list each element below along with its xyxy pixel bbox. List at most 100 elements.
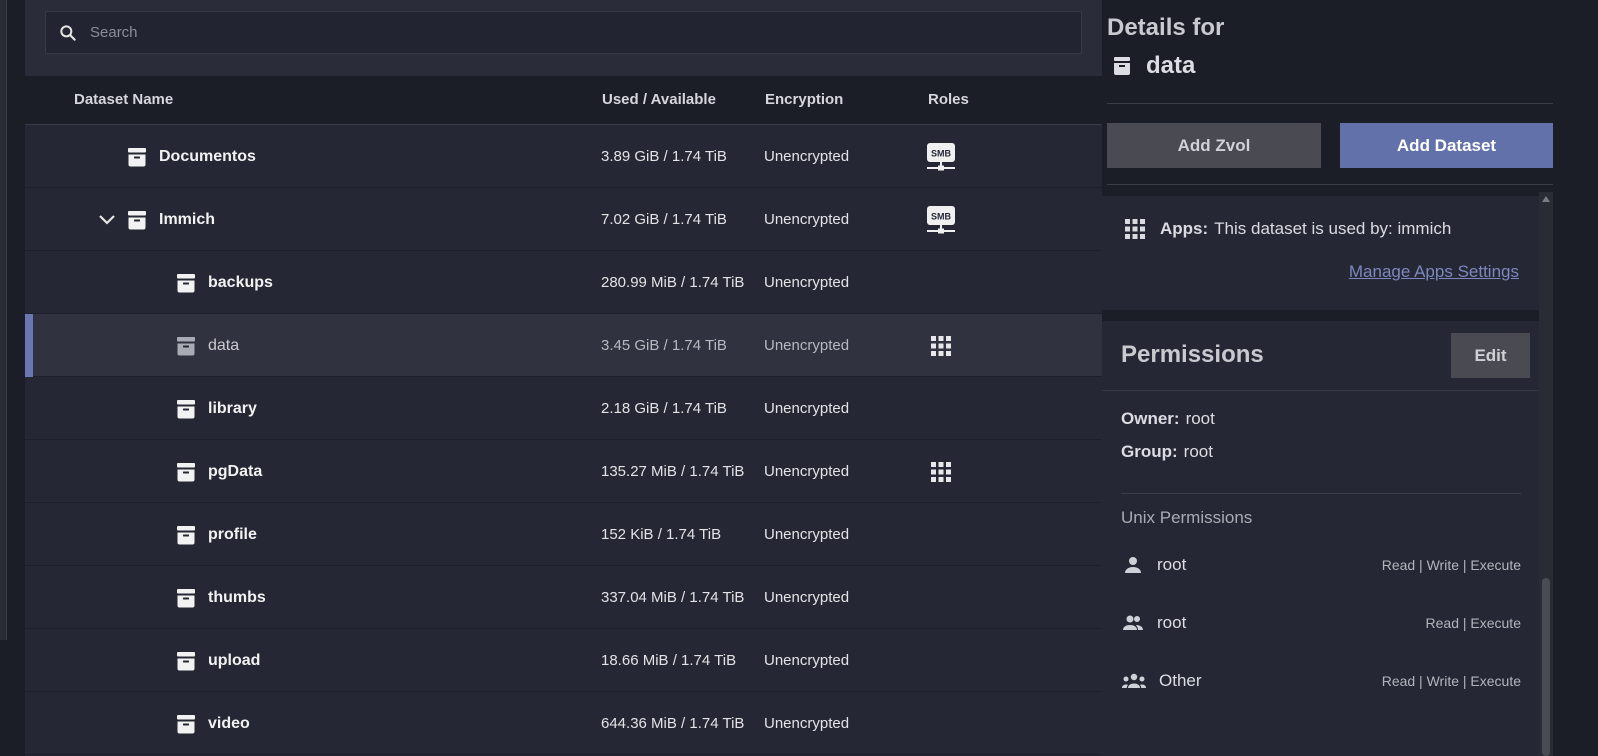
column-header-encryption[interactable]: Encryption bbox=[765, 91, 843, 108]
search-icon bbox=[46, 11, 90, 54]
divider bbox=[1107, 103, 1553, 104]
table-row[interactable]: upload 18.66 MiB / 1.74 TiB Unencrypted bbox=[25, 629, 1102, 692]
permissions-card: Permissions Edit Owner: root Group: root U… bbox=[1102, 321, 1539, 756]
details-scrollbar[interactable] bbox=[1539, 192, 1553, 756]
table-row[interactable]: pgData 135.27 MiB / 1.74 TiB Unencrypted bbox=[25, 440, 1102, 503]
encryption-cell: Unencrypted bbox=[764, 526, 850, 543]
owner-label: Owner: bbox=[1121, 409, 1180, 428]
used-available-cell: 2.18 GiB / 1.74 TiB bbox=[601, 400, 727, 417]
permission-entry-who: root bbox=[1157, 555, 1187, 574]
permissions-header: Permissions Edit bbox=[1102, 321, 1539, 391]
dataset-name: upload bbox=[208, 651, 261, 669]
add-dataset-button[interactable]: Add Dataset bbox=[1340, 123, 1553, 168]
edit-permissions-button[interactable]: Edit bbox=[1451, 333, 1530, 378]
dataset-icon bbox=[177, 273, 195, 292]
search-box[interactable] bbox=[45, 11, 1082, 54]
details-dataset-name-label: data bbox=[1146, 52, 1196, 79]
apps-icon bbox=[931, 462, 951, 482]
permission-entry-access: Read | Execute bbox=[1425, 615, 1521, 631]
divider bbox=[1107, 184, 1553, 185]
encryption-cell: Unencrypted bbox=[764, 715, 850, 732]
table-row[interactable]: backups 280.99 MiB / 1.74 TiB Unencrypted bbox=[25, 251, 1102, 314]
divider bbox=[1121, 493, 1521, 494]
apps-card: Apps: This dataset is used by: immich Ma… bbox=[1102, 196, 1539, 310]
dataset-name-cell: data bbox=[174, 314, 239, 377]
encryption-cell: Unencrypted bbox=[764, 148, 850, 165]
dataset-icon bbox=[177, 399, 195, 418]
permissions-title: Permissions bbox=[1121, 341, 1264, 368]
table-row[interactable]: thumbs 337.04 MiB / 1.74 TiB Unencrypted bbox=[25, 566, 1102, 629]
column-header-dataset-name[interactable]: Dataset Name bbox=[74, 91, 173, 108]
owner-value: root bbox=[1185, 409, 1215, 428]
permission-entry-who: Other bbox=[1159, 671, 1202, 690]
dataset-icon bbox=[1114, 57, 1130, 75]
encryption-cell: Unencrypted bbox=[764, 400, 850, 417]
selection-indicator bbox=[25, 314, 33, 377]
owner-row: Owner: root bbox=[1121, 409, 1215, 429]
dataset-icon bbox=[177, 714, 195, 733]
dataset-name: library bbox=[208, 399, 257, 417]
used-available-cell: 135.27 MiB / 1.74 TiB bbox=[601, 463, 745, 480]
left-edge-strip bbox=[0, 0, 7, 640]
table-row[interactable]: Immich 7.02 GiB / 1.74 TiB Unencrypted SMB bbox=[25, 188, 1102, 251]
column-header-used-available[interactable]: Used / Available bbox=[602, 91, 716, 108]
table-row[interactable]: data 3.45 GiB / 1.74 TiB Unencrypted bbox=[25, 314, 1102, 377]
apps-text: This dataset is used by: immich bbox=[1214, 219, 1452, 238]
encryption-cell: Unencrypted bbox=[764, 337, 850, 354]
dataset-name-cell: upload bbox=[174, 629, 260, 692]
add-zvol-button[interactable]: Add Zvol bbox=[1107, 123, 1321, 168]
apps-label: Apps: bbox=[1160, 219, 1209, 238]
dataset-icon bbox=[128, 147, 146, 166]
dataset-name: pgData bbox=[208, 462, 263, 480]
right-edge bbox=[1566, 0, 1598, 756]
group-label: Group: bbox=[1121, 442, 1178, 461]
dataset-name: backups bbox=[208, 273, 273, 291]
search-input[interactable] bbox=[90, 24, 990, 41]
datasets-panel: Dataset Name Used / Available Encryption… bbox=[25, 0, 1102, 756]
used-available-cell: 280.99 MiB / 1.74 TiB bbox=[601, 274, 745, 291]
used-available-cell: 3.45 GiB / 1.74 TiB bbox=[601, 337, 727, 354]
table-row[interactable]: Documentos 3.89 GiB / 1.74 TiB Unencrypted… bbox=[25, 125, 1102, 188]
chevron-down-icon[interactable] bbox=[95, 207, 119, 231]
column-header-roles[interactable]: Roles bbox=[928, 91, 969, 108]
dataset-name: Immich bbox=[159, 210, 216, 228]
svg-text:SMB: SMB bbox=[931, 212, 952, 222]
manage-apps-settings-link[interactable]: Manage Apps Settings bbox=[1349, 262, 1519, 282]
used-available-cell: 337.04 MiB / 1.74 TiB bbox=[601, 589, 745, 606]
svg-text:SMB: SMB bbox=[931, 149, 952, 159]
table-row[interactable]: library 2.18 GiB / 1.74 TiB Unencrypted bbox=[25, 377, 1102, 440]
dataset-icon bbox=[177, 462, 195, 481]
dataset-name: thumbs bbox=[208, 588, 266, 606]
dataset-name: data bbox=[208, 336, 240, 354]
dataset-name: Documentos bbox=[159, 147, 256, 165]
table-row[interactable]: video 644.36 MiB / 1.74 TiB Unencrypted bbox=[25, 692, 1102, 755]
dataset-icon bbox=[128, 210, 146, 229]
details-panel: Details for data Add Zvol Add Dataset Ap… bbox=[1102, 0, 1598, 756]
dataset-icon bbox=[177, 336, 195, 355]
dataset-icon bbox=[177, 651, 195, 670]
dataset-name-cell: backups bbox=[174, 251, 273, 314]
dataset-name-cell: profile bbox=[174, 503, 257, 566]
search-area bbox=[25, 0, 1102, 76]
used-available-cell: 152 KiB / 1.74 TiB bbox=[601, 526, 722, 543]
group-row: Group: root bbox=[1121, 442, 1213, 462]
dataset-name: video bbox=[208, 714, 250, 732]
encryption-cell: Unencrypted bbox=[764, 211, 850, 228]
table-header: Dataset Name Used / Available Encryption… bbox=[25, 76, 1102, 125]
details-title: Details for bbox=[1107, 14, 1225, 41]
dataset-icon bbox=[177, 525, 195, 544]
permission-entry-who: root bbox=[1157, 613, 1187, 632]
other-icon bbox=[1122, 673, 1146, 688]
apps-info: Apps: This dataset is used by: immich bbox=[1124, 218, 1451, 240]
scrollbar-thumb[interactable] bbox=[1542, 578, 1550, 756]
dataset-name-cell: video bbox=[174, 692, 250, 755]
table-row[interactable]: profile 152 KiB / 1.74 TiB Unencrypted bbox=[25, 503, 1102, 566]
unix-permissions-title: Unix Permissions bbox=[1121, 508, 1253, 527]
encryption-cell: Unencrypted bbox=[764, 589, 850, 606]
permission-entry-access: Read | Write | Execute bbox=[1381, 673, 1521, 689]
encryption-cell: Unencrypted bbox=[764, 652, 850, 669]
encryption-cell: Unencrypted bbox=[764, 463, 850, 480]
scroll-up-arrow-icon[interactable] bbox=[1542, 196, 1550, 202]
details-dataset-name: data bbox=[1110, 52, 1195, 80]
used-available-cell: 644.36 MiB / 1.74 TiB bbox=[601, 715, 745, 732]
